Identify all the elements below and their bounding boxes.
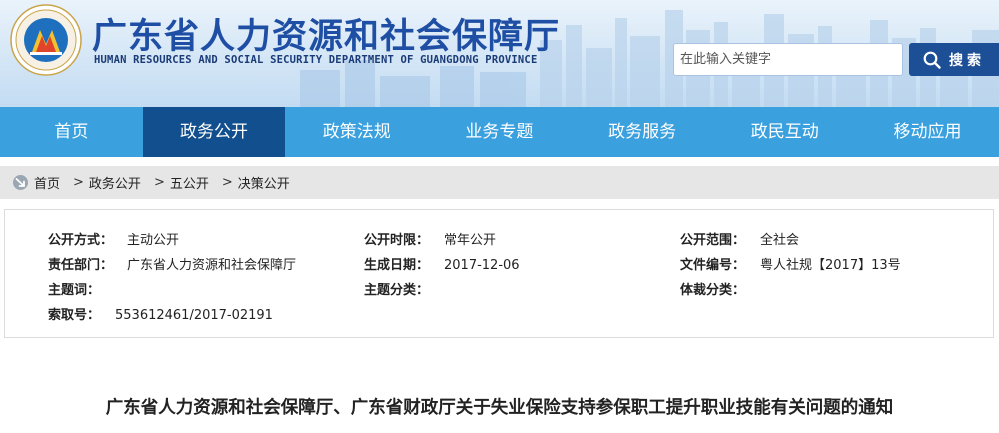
meta-label: 公开方式： bbox=[48, 233, 114, 248]
nav-item-home[interactable]: 首页 bbox=[0, 107, 143, 157]
site-subtitle: HUMAN RESOURCES AND SOCIAL SECURITY DEPA… bbox=[94, 54, 538, 66]
breadcrumb-government-affairs[interactable]: 政务公开 bbox=[89, 173, 141, 192]
search-input[interactable] bbox=[673, 43, 903, 76]
breadcrumb-separator: > bbox=[73, 175, 84, 190]
breadcrumb: 首页 > 政务公开 > 五公开 > 决策公开 bbox=[0, 166, 999, 199]
meta-genre-category: 体裁分类： bbox=[680, 279, 745, 298]
breadcrumb-separator: > bbox=[153, 175, 165, 190]
breadcrumb-home[interactable]: 首页 bbox=[34, 173, 60, 192]
meta-label: 公开时限： bbox=[364, 233, 430, 248]
meta-value: 常年公开 bbox=[444, 233, 497, 248]
meta-disclosure-scope: 公开范围： 全社会 bbox=[680, 229, 799, 248]
main-nav: 首页 政务公开 政策法规 业务专题 政务服务 政民互动 移动应用 bbox=[0, 107, 999, 157]
meta-date: 生成日期： 2017-12-06 bbox=[364, 254, 520, 273]
breadcrumb-decision-disclosure[interactable]: 决策公开 bbox=[238, 173, 290, 192]
breadcrumb-separator: > bbox=[221, 175, 233, 190]
document-meta-info: 公开方式： 主动公开 公开时限： 常年公开 公开范围： 全社会 责任部门： 广东省人力资… bbox=[4, 209, 994, 338]
meta-label: 索取号： bbox=[48, 308, 101, 323]
meta-label: 文件编号： bbox=[680, 258, 746, 273]
meta-value: 广东省人力资源和社会保障厅 bbox=[127, 258, 297, 273]
meta-index-number: 索取号： 553612461/2017-02191 bbox=[48, 304, 273, 323]
search-icon bbox=[923, 51, 941, 69]
nav-item-mobile-apps[interactable]: 移动应用 bbox=[856, 107, 999, 157]
nav-item-policies[interactable]: 政策法规 bbox=[285, 107, 428, 157]
site-header: 广东省人力资源和社会保障厅 HUMAN RESOURCES AND SOCIAL… bbox=[0, 0, 999, 107]
meta-value: 553612461/2017-02191 bbox=[115, 308, 273, 323]
site-title: 广东省人力资源和社会保障厅 bbox=[92, 16, 561, 57]
department-emblem-logo bbox=[10, 4, 82, 76]
search-button-label: 搜索 bbox=[949, 51, 985, 68]
meta-label: 公开范围： bbox=[680, 233, 746, 248]
location-arrow-icon bbox=[13, 175, 28, 190]
meta-label: 主题词： bbox=[48, 283, 101, 298]
meta-subject-words: 主题词： bbox=[48, 279, 100, 298]
meta-value: 2017-12-06 bbox=[444, 258, 520, 273]
meta-disclosure-method: 公开方式： 主动公开 bbox=[48, 229, 179, 248]
meta-label: 主题分类： bbox=[364, 283, 430, 298]
breadcrumb-five-disclosures[interactable]: 五公开 bbox=[170, 173, 209, 192]
meta-label: 体裁分类： bbox=[680, 283, 746, 298]
meta-label: 责任部门： bbox=[48, 258, 114, 273]
search-button[interactable]: 搜索 bbox=[909, 43, 999, 76]
meta-document-number: 文件编号： 粤人社规【2017】13号 bbox=[680, 254, 901, 273]
nav-item-government-affairs[interactable]: 政务公开 bbox=[142, 107, 286, 157]
meta-value: 主动公开 bbox=[127, 233, 180, 248]
nav-item-business-topics[interactable]: 业务专题 bbox=[428, 107, 571, 157]
meta-subject-category: 主题分类： bbox=[364, 279, 429, 298]
article-title: 广东省人力资源和社会保障厅、广东省财政厅关于失业保险支持参保职工提升职业技能有关… bbox=[105, 398, 894, 418]
meta-label: 生成日期： bbox=[364, 258, 430, 273]
meta-disclosure-period: 公开时限： 常年公开 bbox=[364, 229, 496, 248]
meta-value: 全社会 bbox=[760, 233, 800, 248]
nav-item-public-interaction[interactable]: 政民互动 bbox=[713, 107, 856, 157]
meta-value: 粤人社规【2017】13号 bbox=[760, 258, 901, 273]
nav-item-government-services[interactable]: 政务服务 bbox=[571, 107, 714, 157]
meta-department: 责任部门： 广东省人力资源和社会保障厅 bbox=[48, 254, 296, 273]
